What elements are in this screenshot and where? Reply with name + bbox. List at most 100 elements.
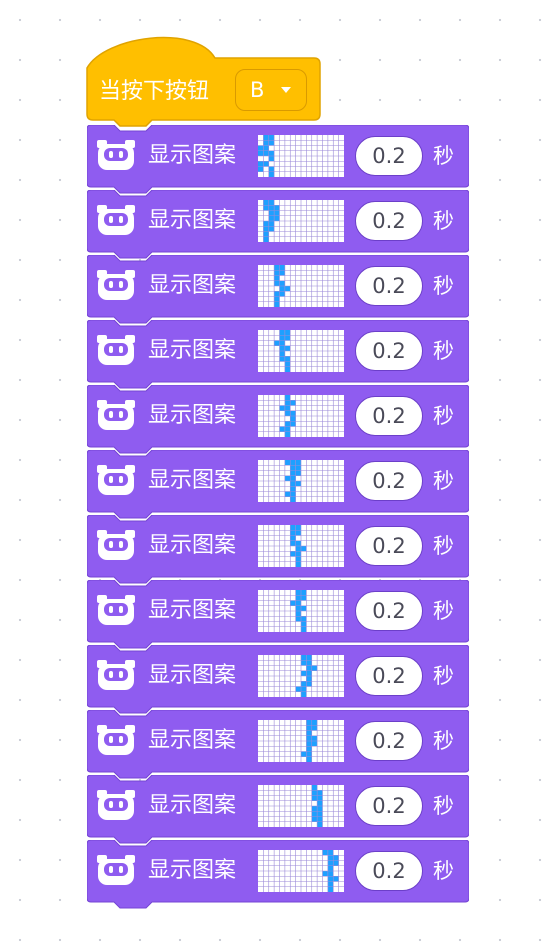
led-pixel-on[interactable] — [301, 590, 307, 596]
led-pixel-on[interactable] — [306, 676, 312, 682]
led-pixel-on[interactable] — [263, 236, 269, 242]
led-pixel-on[interactable] — [279, 335, 285, 341]
led-pixel-on[interactable] — [301, 621, 307, 627]
led-pixel-on[interactable] — [290, 535, 296, 541]
led-pattern-editor[interactable] — [258, 720, 344, 762]
show-pattern-block[interactable]: 显示图案 0.2 秒 — [87, 385, 469, 454]
led-pixel-on[interactable] — [258, 145, 264, 151]
led-pixel-on[interactable] — [306, 655, 312, 661]
led-pattern-editor[interactable] — [258, 655, 344, 697]
led-pixel-on[interactable] — [290, 400, 296, 406]
led-pixel-on[interactable] — [279, 426, 285, 432]
led-pixel-on[interactable] — [279, 286, 285, 292]
led-pixel-on[interactable] — [279, 345, 285, 351]
led-pixel-on[interactable] — [268, 156, 275, 162]
led-pixel-on[interactable] — [290, 410, 296, 416]
led-pixel-on[interactable] — [290, 491, 296, 497]
led-pattern-editor[interactable] — [258, 850, 344, 892]
duration-input[interactable]: 0.2 — [355, 526, 423, 566]
led-pixel-on[interactable] — [290, 475, 296, 481]
led-pixel-on[interactable] — [317, 800, 323, 806]
led-pixel-on[interactable] — [284, 395, 291, 401]
led-pattern-editor[interactable] — [258, 265, 344, 307]
led-pixel-on[interactable] — [263, 145, 269, 151]
led-pixel-on[interactable] — [301, 626, 307, 632]
led-pixel-on[interactable] — [268, 221, 275, 227]
led-pixel-on[interactable] — [284, 460, 291, 466]
led-pixel-on[interactable] — [284, 356, 291, 362]
led-pixel-on[interactable] — [317, 790, 323, 796]
duration-input[interactable]: 0.2 — [355, 266, 423, 306]
led-pixel-on[interactable] — [295, 470, 302, 476]
led-pixel-on[interactable] — [311, 816, 318, 822]
led-pixel-on[interactable] — [311, 735, 318, 741]
led-pixel-on[interactable] — [274, 296, 280, 302]
led-pixel-on[interactable] — [279, 280, 285, 286]
show-pattern-block[interactable]: 显示图案 0.2 秒 — [87, 515, 469, 584]
led-pixel-on[interactable] — [268, 140, 275, 146]
led-pixel-on[interactable] — [284, 286, 291, 292]
led-pixel-on[interactable] — [263, 135, 269, 141]
led-pattern-editor[interactable] — [258, 395, 344, 437]
led-pixel-on[interactable] — [290, 486, 296, 492]
led-pixel-on[interactable] — [306, 741, 312, 747]
led-pixel-on[interactable] — [279, 405, 285, 411]
led-pixel-on[interactable] — [311, 665, 318, 671]
led-pixel-on[interactable] — [263, 221, 269, 227]
led-pixel-on[interactable] — [301, 595, 307, 601]
led-pixel-on[interactable] — [317, 816, 323, 822]
led-pattern-editor[interactable] — [258, 785, 344, 827]
led-pattern-editor[interactable] — [258, 590, 344, 632]
led-pixel-on[interactable] — [290, 460, 296, 466]
show-pattern-block[interactable]: 显示图案 0.2 秒 — [87, 840, 469, 909]
led-pixel-on[interactable] — [301, 691, 307, 697]
led-pixel-on[interactable] — [301, 605, 307, 611]
duration-input[interactable]: 0.2 — [355, 396, 423, 436]
led-pixel-on[interactable] — [317, 795, 323, 801]
led-pattern-editor[interactable] — [258, 525, 344, 567]
duration-input[interactable]: 0.2 — [355, 786, 423, 826]
led-pixel-on[interactable] — [284, 426, 291, 432]
led-pixel-on[interactable] — [284, 335, 291, 341]
led-pixel-on[interactable] — [268, 215, 275, 221]
led-pixel-on[interactable] — [295, 611, 302, 617]
led-pixel-on[interactable] — [284, 330, 291, 336]
led-pixel-on[interactable] — [301, 616, 307, 622]
led-pixel-on[interactable] — [284, 431, 291, 437]
show-pattern-block[interactable]: 显示图案 0.2 秒 — [87, 190, 469, 259]
led-pixel-on[interactable] — [327, 871, 334, 877]
duration-input[interactable]: 0.2 — [355, 201, 423, 241]
led-pixel-on[interactable] — [279, 340, 285, 346]
duration-input[interactable]: 0.2 — [355, 331, 423, 371]
led-pixel-on[interactable] — [295, 525, 302, 531]
led-pixel-on[interactable] — [263, 231, 269, 237]
led-pixel-on[interactable] — [279, 330, 285, 336]
led-pattern-editor[interactable] — [258, 135, 344, 177]
led-pixel-on[interactable] — [327, 850, 334, 856]
led-pixel-on[interactable] — [274, 215, 280, 221]
led-pixel-on[interactable] — [274, 291, 280, 297]
led-pixel-on[interactable] — [306, 681, 312, 687]
led-pixel-on[interactable] — [284, 491, 291, 497]
duration-input[interactable]: 0.2 — [355, 721, 423, 761]
led-pixel-on[interactable] — [295, 616, 302, 622]
led-pixel-on[interactable] — [263, 205, 269, 211]
led-pixel-on[interactable] — [290, 465, 296, 471]
led-pixel-on[interactable] — [284, 421, 291, 427]
led-pixel-on[interactable] — [311, 725, 318, 731]
led-pattern-editor[interactable] — [258, 330, 344, 372]
led-pixel-on[interactable] — [268, 200, 275, 206]
led-pixel-on[interactable] — [311, 790, 318, 796]
led-pixel-on[interactable] — [327, 855, 334, 861]
led-pixel-on[interactable] — [301, 681, 307, 687]
led-pixel-on[interactable] — [295, 590, 302, 596]
led-pixel-on[interactable] — [295, 530, 302, 536]
duration-input[interactable]: 0.2 — [355, 461, 423, 501]
led-pixel-on[interactable] — [284, 361, 291, 367]
led-pixel-on[interactable] — [306, 756, 312, 762]
show-pattern-block[interactable]: 显示图案 0.2 秒 — [87, 710, 469, 779]
duration-input[interactable]: 0.2 — [355, 851, 423, 891]
led-pixel-on[interactable] — [290, 416, 296, 422]
led-pixel-on[interactable] — [311, 811, 318, 817]
led-pixel-on[interactable] — [306, 720, 312, 726]
